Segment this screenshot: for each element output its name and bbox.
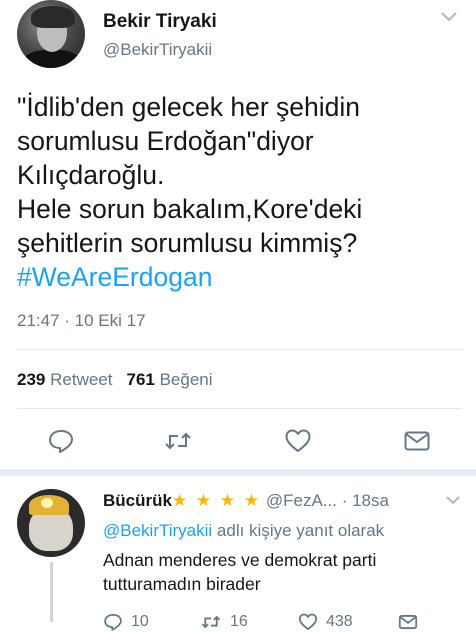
hashtag-link[interactable]: #WeAreErdogan bbox=[17, 260, 467, 294]
reply-like-button[interactable]: 438 bbox=[298, 612, 353, 632]
author-handle[interactable]: @BekirTiryakii bbox=[103, 40, 212, 60]
like-stat[interactable]: 761 Beğeni bbox=[126, 370, 212, 389]
divider bbox=[17, 408, 462, 409]
reply-author-handle[interactable]: @FezA... bbox=[266, 491, 337, 510]
retweet-label: Retweet bbox=[50, 370, 113, 389]
heart-icon bbox=[298, 613, 318, 631]
reply-count: 10 bbox=[131, 613, 149, 630]
reply-time[interactable]: · 18sa bbox=[342, 491, 389, 510]
author-avatar[interactable] bbox=[17, 0, 85, 68]
like-label: Beğeni bbox=[159, 370, 213, 389]
reply-author-name[interactable]: Bücürük bbox=[103, 491, 172, 510]
main-tweet: Bekir Tiryaki @BekirTiryakii "İdlib'den … bbox=[0, 0, 476, 470]
message-icon bbox=[404, 431, 430, 451]
reply-author-avatar[interactable] bbox=[17, 489, 85, 557]
reply-retweet-button[interactable]: 16 bbox=[200, 612, 248, 632]
tweet-text-line: "İdlib'den gelecek her şehidin bbox=[17, 92, 360, 122]
star-icon: ★ ★ ★ ★ bbox=[171, 491, 262, 510]
reply-like-count: 438 bbox=[326, 613, 353, 630]
retweet-icon bbox=[165, 432, 191, 450]
tweet-text-line: şehitlerin sorumlusu kimmiş? bbox=[17, 228, 358, 258]
tweet-text-line: Kılıçdaroğlu. bbox=[17, 160, 165, 190]
message-icon bbox=[398, 615, 418, 629]
reply-icon bbox=[104, 613, 122, 631]
retweet-count: 239 bbox=[17, 370, 46, 389]
reply-text-line: tutturamadın birader bbox=[103, 574, 261, 594]
divider bbox=[17, 349, 462, 350]
tweet-timestamp[interactable]: 21:47 · 10 Eki 17 bbox=[17, 311, 146, 331]
retweet-stat[interactable]: 239 Retweet bbox=[17, 370, 112, 389]
direct-message-button[interactable] bbox=[403, 427, 431, 455]
reply-context: @BekirTiryakii adlı kişiye yanıt olarak bbox=[103, 521, 384, 541]
retweet-icon bbox=[201, 615, 221, 629]
chevron-down-icon[interactable] bbox=[438, 8, 460, 26]
reply-reply-button[interactable]: 10 bbox=[103, 612, 149, 632]
tweet-text-line: sorumlusu Erdoğan"diyor bbox=[17, 126, 314, 156]
author-name[interactable]: Bekir Tiryaki bbox=[103, 11, 217, 33]
reply-header: Bücürük★ ★ ★ ★ @FezA... · 18sa bbox=[103, 491, 389, 511]
section-separator bbox=[0, 469, 476, 476]
tweet-text: "İdlib'den gelecek her şehidin sorumlusu… bbox=[17, 90, 467, 294]
reply-button[interactable] bbox=[47, 427, 75, 455]
reply-retweet-count: 16 bbox=[230, 613, 248, 630]
retweet-button[interactable] bbox=[164, 427, 192, 455]
reply-text-line: Adnan menderes ve demokrat parti bbox=[103, 550, 377, 570]
reply-message-button[interactable] bbox=[397, 612, 419, 632]
reply-icon bbox=[49, 430, 73, 453]
like-button[interactable] bbox=[284, 427, 312, 455]
thread-line bbox=[50, 562, 53, 622]
reply-text: Adnan menderes ve demokrat parti tuttura… bbox=[103, 548, 443, 596]
chevron-down-icon[interactable] bbox=[444, 493, 462, 507]
mention-link[interactable]: @BekirTiryakii bbox=[103, 521, 212, 540]
heart-icon bbox=[285, 429, 311, 452]
reply-context-text: adlı kişiye yanıt olarak bbox=[212, 521, 385, 540]
like-count: 761 bbox=[126, 370, 155, 389]
tweet-text-line: Hele sorun bakalım,Kore'deki bbox=[17, 194, 363, 224]
engagement-stats: 239 Retweet 761 Beğeni bbox=[17, 370, 213, 390]
